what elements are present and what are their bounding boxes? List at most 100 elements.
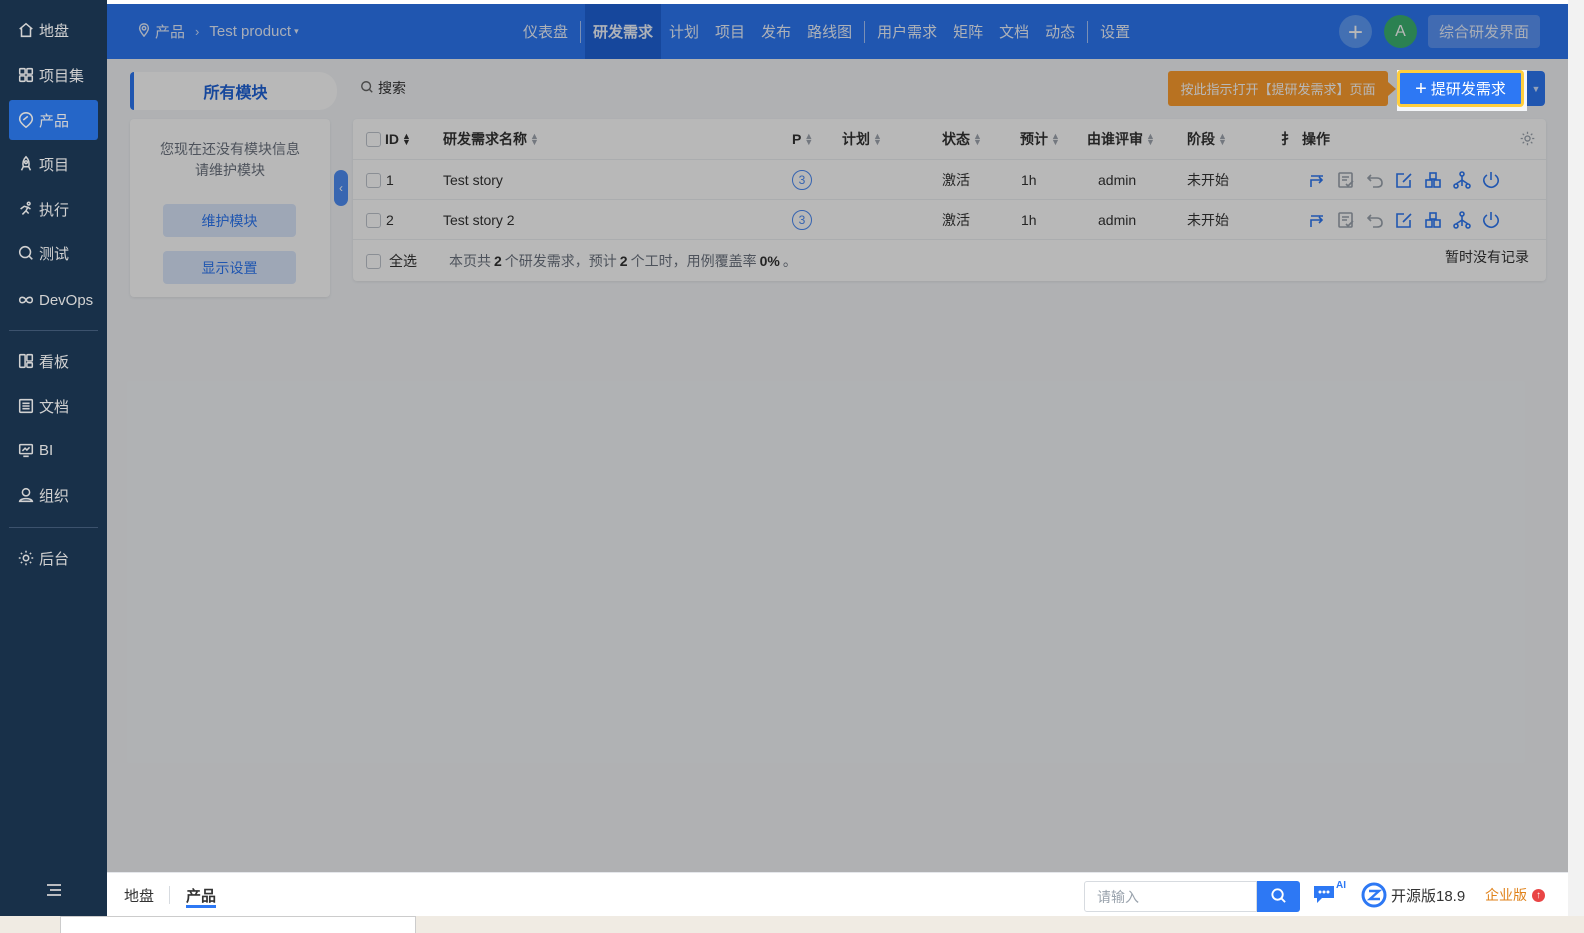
breadcrumb-section[interactable]: 产品 (155, 21, 185, 42)
maintain-module-button[interactable]: 维护模块 (163, 204, 296, 237)
ai-chat-icon[interactable]: AI (1311, 880, 1346, 910)
top-header: 产品 › Test product ▾ 仪表盘 研发需求 计划 项目 发布 路线… (107, 4, 1568, 59)
sort-icon: ▲ ▼ (1051, 131, 1060, 147)
summary-suffix: 。 (782, 253, 797, 269)
col-name[interactable]: 研发需求名称 ▲ ▼ (443, 119, 539, 159)
ai-label: AI (1336, 880, 1346, 891)
change-icon[interactable] (1307, 210, 1327, 230)
sidebar-item-org[interactable]: 组织 (9, 475, 98, 515)
sidebar-item-doc[interactable]: 文档 (9, 386, 98, 426)
taskbar-window[interactable] (60, 916, 416, 933)
tab-matrix[interactable]: 矩阵 (945, 4, 991, 59)
create-story-button[interactable]: + 提研发需求 (1397, 70, 1524, 107)
sidebar-item-bi[interactable]: BI (9, 430, 98, 470)
sidebar-item-kanban[interactable]: 看板 (9, 341, 98, 381)
sidebar-item-test[interactable]: 测试 (9, 233, 98, 273)
power-icon[interactable] (1481, 170, 1501, 190)
undo-icon[interactable] (1365, 210, 1385, 230)
table-footer: 全选 本页共 2 个研发需求，预计 2 个工时，用例覆盖率 0% 。 暂时没有记… (353, 239, 1546, 281)
col-truncated[interactable]: 扌 (1281, 119, 1295, 159)
enterprise-upgrade-link[interactable]: 企业版 ↑ (1485, 873, 1545, 917)
row-actions (1307, 200, 1510, 240)
tab-roadmap[interactable]: 路线图 (799, 4, 860, 59)
sidebar-item-label: 项目集 (39, 67, 85, 85)
mode-switch-button[interactable]: 综合研发界面 (1428, 15, 1540, 48)
branch-icon[interactable] (1452, 210, 1472, 230)
sidebar-item-program[interactable]: 项目集 (9, 55, 98, 95)
review-icon[interactable] (1336, 210, 1356, 230)
col-status[interactable]: 状态 ▲ ▼ (942, 119, 982, 159)
kanban-icon (16, 351, 36, 371)
sort-icon: ▲ ▼ (1218, 131, 1227, 147)
product-nav-tabs: 仪表盘 研发需求 计划 项目 发布 路线图 用户需求 矩阵 文档 动态 设置 (515, 4, 1138, 59)
tab-project[interactable]: 项目 (707, 4, 753, 59)
row-name-link[interactable]: Test story (443, 160, 503, 200)
module-empty-message: 您现在还没有模块信息 请维护模块 (130, 139, 330, 181)
subdivide-icon[interactable] (1423, 210, 1443, 230)
avatar[interactable]: A (1384, 15, 1417, 48)
subdivide-icon[interactable] (1423, 170, 1443, 190)
sidebar-item-home[interactable]: 地盘 (9, 10, 98, 50)
page-scrollbar[interactable] (1568, 0, 1584, 916)
tab-doc[interactable]: 文档 (991, 4, 1037, 59)
col-id[interactable]: ID ▲ ▼ (385, 119, 411, 159)
version-info[interactable]: 开源版18.9 (1361, 873, 1465, 917)
branch-icon[interactable] (1452, 170, 1472, 190)
tab-dashboard[interactable]: 仪表盘 (515, 4, 576, 59)
tab-settings[interactable]: 设置 (1092, 4, 1138, 59)
module-tree-title[interactable]: 所有模块 (130, 72, 337, 110)
col-plan[interactable]: 计划 ▲ ▼ (842, 119, 882, 159)
select-all-label: 全选 (389, 253, 417, 269)
change-icon[interactable] (1307, 170, 1327, 190)
sort-icon: ▲ ▼ (873, 131, 882, 147)
sidebar-item-execution[interactable]: 执行 (9, 189, 98, 229)
row-name-link[interactable]: Test story 2 (443, 200, 515, 240)
global-search-button[interactable] (1257, 881, 1300, 912)
select-all-checkbox[interactable]: 全选 (366, 240, 417, 282)
col-priority[interactable]: P ▲ ▼ (792, 119, 813, 159)
table-row[interactable]: 2 Test story 2 3 激活 1h admin 未开始 (353, 199, 1546, 239)
search-toggle[interactable]: 搜索 (360, 77, 406, 99)
edit-icon[interactable] (1394, 210, 1414, 230)
sidebar-item-devops[interactable]: DevOps (9, 280, 98, 320)
bottom-crumb-product[interactable]: 产品 (186, 873, 217, 917)
tab-dynamic[interactable]: 动态 (1037, 4, 1083, 59)
quick-create-plus-icon[interactable]: + (1339, 15, 1372, 48)
power-icon[interactable] (1481, 210, 1501, 230)
global-search-input[interactable] (1084, 881, 1257, 912)
row-checkbox[interactable] (366, 160, 381, 200)
row-priority: 3 (792, 160, 812, 200)
create-dropdown-chevron-icon[interactable]: ▼ (1527, 71, 1545, 106)
main-content: 所有模块 您现在还没有模块信息 请维护模块 维护模块 显示设置 ‹ 搜索 按此指… (107, 59, 1568, 872)
tab-stories[interactable]: 研发需求 (585, 4, 662, 59)
display-settings-button[interactable]: 显示设置 (163, 251, 296, 284)
priority-badge: 3 (792, 210, 812, 230)
sidebar-item-project[interactable]: 项目 (9, 144, 98, 184)
row-checkbox[interactable] (366, 200, 381, 240)
sidebar-item-admin[interactable]: 后台 (9, 538, 98, 578)
sidebar-collapse-icon[interactable] (44, 880, 64, 900)
undo-icon[interactable] (1365, 170, 1385, 190)
bottom-crumb-home[interactable]: 地盘 (124, 873, 154, 917)
col-reviewer[interactable]: 由谁评审 ▲ ▼ (1087, 119, 1155, 159)
column-settings-gear-icon[interactable] (1519, 130, 1536, 147)
product-icon (16, 110, 36, 130)
no-records-text: 暂时没有记录 (1445, 249, 1529, 265)
edit-icon[interactable] (1394, 170, 1414, 190)
tab-plan[interactable]: 计划 (661, 4, 707, 59)
nav-divider (1087, 20, 1089, 43)
col-estimate[interactable]: 预计 ▲ ▼ (1020, 119, 1060, 159)
tab-release[interactable]: 发布 (753, 4, 799, 59)
col-stage[interactable]: 阶段 ▲ ▼ (1187, 119, 1227, 159)
chevron-down-icon[interactable]: ▾ (294, 26, 299, 37)
tab-user-requirements[interactable]: 用户需求 (869, 4, 945, 59)
select-all-header-checkbox[interactable] (366, 119, 381, 159)
sidebar-item-product[interactable]: 产品 (9, 100, 98, 140)
table-row[interactable]: 1 Test story 3 激活 1h admin 未开始 (353, 159, 1546, 199)
nav-divider (864, 20, 866, 43)
review-icon[interactable] (1336, 170, 1356, 190)
os-taskbar (0, 916, 1584, 933)
version-label: 开源版18.9 (1391, 887, 1466, 905)
panel-collapse-chevron-left-icon[interactable]: ‹ (334, 170, 348, 206)
product-switcher[interactable]: Test product (209, 23, 291, 40)
